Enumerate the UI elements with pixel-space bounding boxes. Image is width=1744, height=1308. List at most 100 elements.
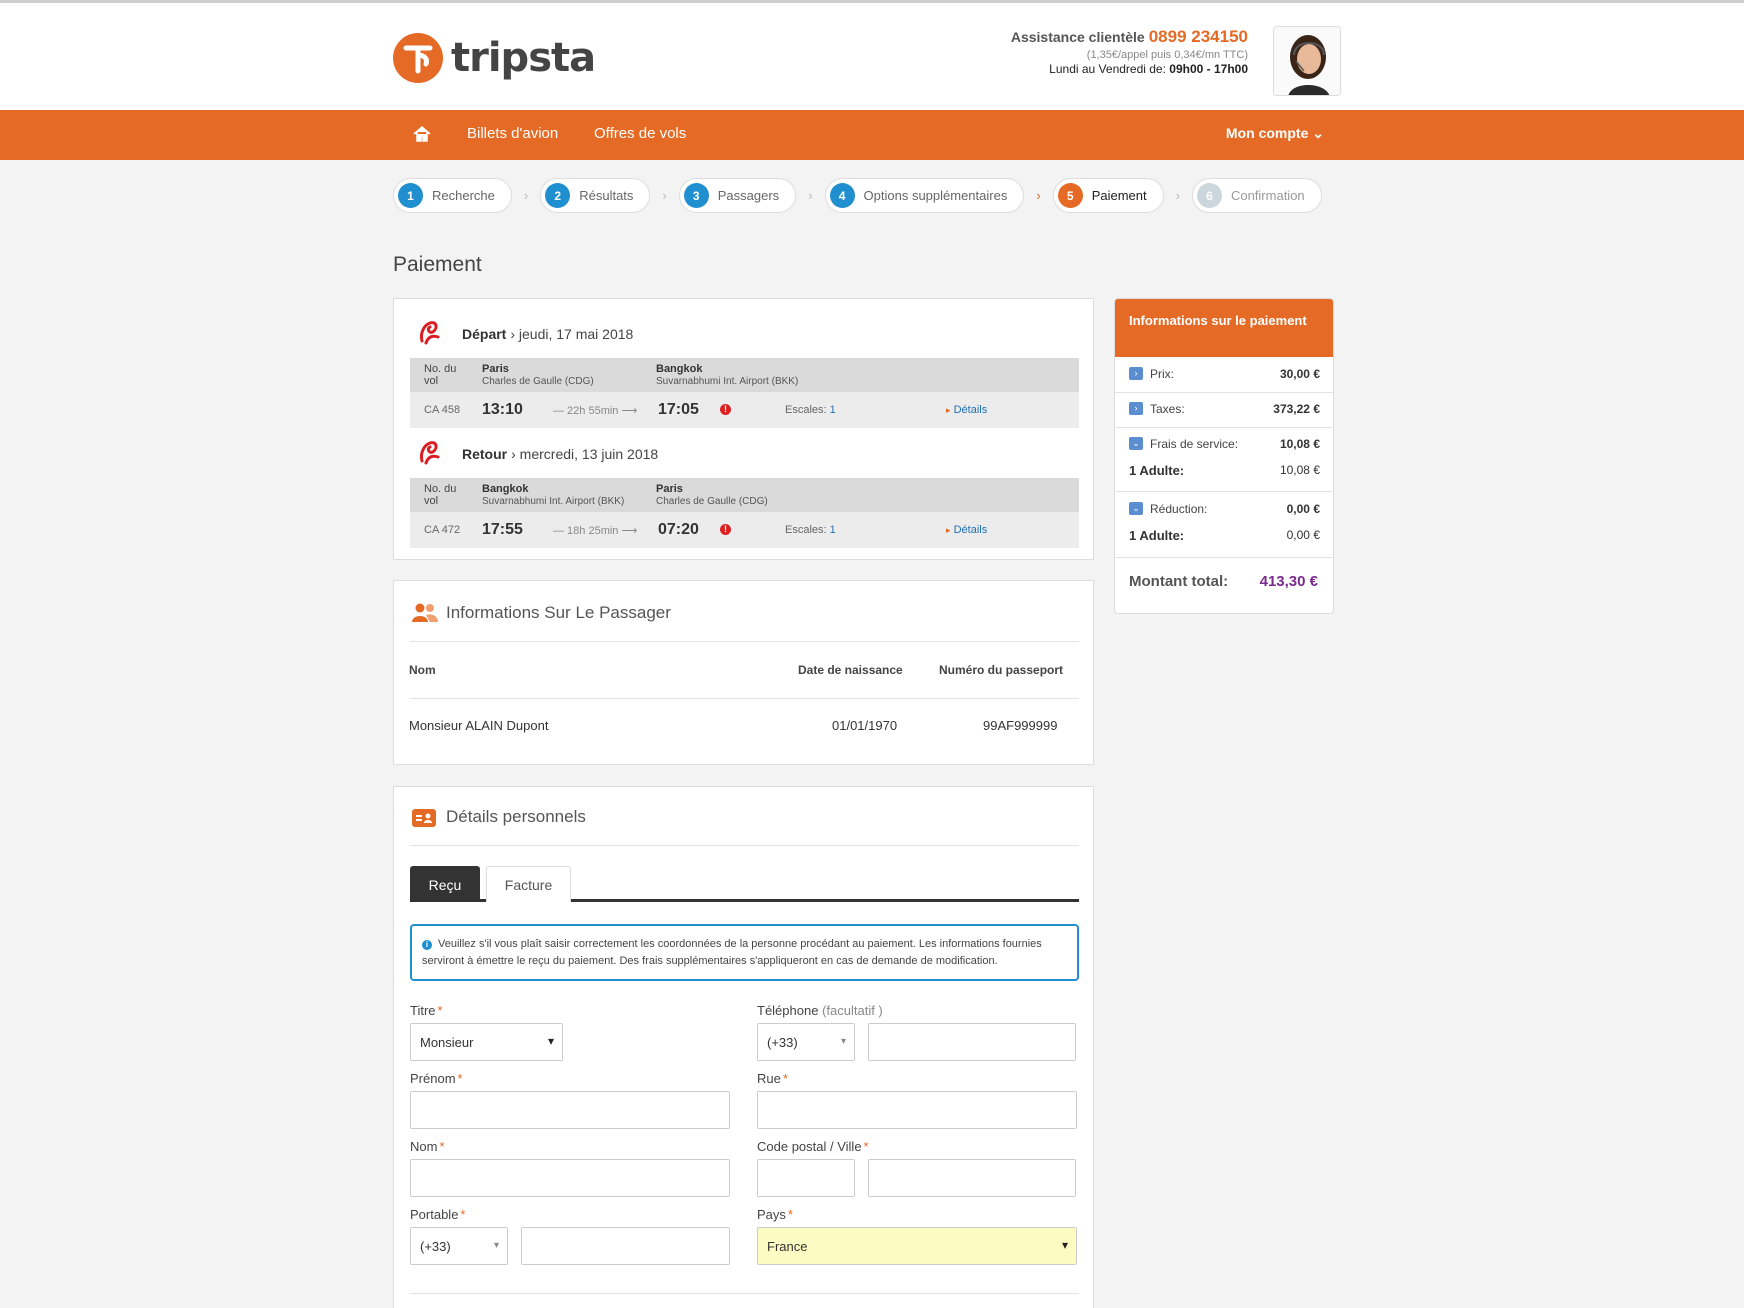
reduction-adult-value: 0,00 € xyxy=(1286,528,1320,542)
passenger-info-card: Informations Sur Le Passager Nom Date de… xyxy=(393,580,1094,765)
titre-select[interactable]: Monsieur xyxy=(410,1023,563,1061)
from-airport: Charles de Gaulle (CDG) xyxy=(482,376,594,387)
divider xyxy=(410,641,1079,642)
titre-label: Titre * xyxy=(410,1003,443,1018)
step-number: 2 xyxy=(545,183,571,208)
details-label: Détails xyxy=(953,524,988,536)
airline-logo-icon xyxy=(418,319,442,348)
label-text: Nom xyxy=(410,1139,438,1154)
cp-ville-label: Code postal / Ville * xyxy=(757,1139,869,1154)
divider xyxy=(410,845,1079,846)
expand-icon[interactable]: › xyxy=(1129,367,1143,380)
tripsta-logo-icon xyxy=(393,33,443,83)
passenger-name: Monsieur ALAIN Dupont xyxy=(409,718,549,733)
telephone-prefix-select[interactable]: (+33) xyxy=(757,1023,855,1061)
step-label: Recherche xyxy=(432,188,495,203)
assistance-hours-label: Lundi au Vendredi de: xyxy=(1049,62,1166,77)
collapse-icon[interactable]: ⌄ xyxy=(1129,437,1143,450)
chevron-down-icon: ⌄ xyxy=(1312,125,1324,141)
flight-date: › mercredi, 13 juin 2018 xyxy=(511,445,659,462)
step-options[interactable]: 4 Options supplémentaires xyxy=(824,178,1025,213)
prix-value: 30,00 € xyxy=(1279,367,1320,381)
divider xyxy=(1115,427,1333,428)
divider xyxy=(410,1293,1079,1294)
portable-input[interactable] xyxy=(521,1227,730,1265)
reduction-adult-label: 1 Adulte: xyxy=(1129,528,1185,543)
departure-time: 17:55 xyxy=(482,521,523,538)
account-menu[interactable]: Mon compte ⌄ xyxy=(1226,125,1324,142)
nav-offres-vols[interactable]: Offres de vols xyxy=(594,125,686,142)
collapse-icon[interactable]: ⌄ xyxy=(1129,502,1143,515)
telephone-label: Téléphone (facultatif ) xyxy=(757,1003,883,1018)
to-city: Paris xyxy=(656,483,683,495)
stops-link[interactable]: 1 xyxy=(830,404,836,416)
rue-input[interactable] xyxy=(757,1091,1077,1129)
stops-label: Escales: xyxy=(785,404,827,416)
required-marker: * xyxy=(437,1003,443,1018)
tab-recu[interactable]: Reçu xyxy=(410,866,480,902)
flight-duration: — 22h 55min ⟶ xyxy=(553,405,638,417)
step-label: Passagers xyxy=(717,188,780,203)
return-flight-table: No. du vol Bangkok Suvarnabhumi Int. Air… xyxy=(410,478,1079,548)
ville-input[interactable] xyxy=(868,1159,1076,1197)
customer-assistance: Assistance clientèle 0899 234150 (1,35€/a… xyxy=(1011,26,1248,78)
details-label: Détails xyxy=(953,404,988,416)
alert-icon[interactable]: ! xyxy=(720,524,731,535)
account-label: Mon compte xyxy=(1225,125,1309,141)
step-passagers[interactable]: 3 Passagers xyxy=(678,178,797,213)
flight-duration: — 18h 25min ⟶ xyxy=(553,525,638,537)
brand-name: tripsta xyxy=(451,35,596,81)
portable-prefix-select[interactable]: (+33) xyxy=(410,1227,508,1265)
rue-label: Rue * xyxy=(757,1071,788,1086)
nom-input[interactable] xyxy=(410,1159,730,1197)
step-recherche[interactable]: 1 Recherche xyxy=(393,178,512,213)
required-marker: * xyxy=(782,1071,788,1086)
step-resultats[interactable]: 2 Résultats xyxy=(540,178,651,213)
taxes-value: 373,22 € xyxy=(1273,402,1320,416)
airline-logo-icon xyxy=(418,439,442,468)
stops-link[interactable]: 1 xyxy=(830,524,836,536)
step-number: 4 xyxy=(829,183,855,208)
info-text: Veuillez s'il vous plaît saisir correcte… xyxy=(422,938,1042,968)
assistance-rate: (1,35€/appel puis 0,34€/mn TTC) xyxy=(1086,49,1248,62)
step-number: 5 xyxy=(1057,183,1083,208)
flight-header-row: No. du vol Paris Charles de Gaulle (CDG)… xyxy=(410,358,1079,392)
optional-marker: (facultatif ) xyxy=(822,1003,883,1018)
tab-facture[interactable]: Facture xyxy=(486,866,571,902)
passenger-dob: 01/01/1970 xyxy=(832,718,898,733)
flight-header-row: No. du vol Bangkok Suvarnabhumi Int. Air… xyxy=(410,478,1079,512)
pays-select[interactable]: France xyxy=(757,1227,1077,1265)
divider xyxy=(1115,557,1333,558)
assistance-phone[interactable]: 0899 234150 xyxy=(1149,27,1248,46)
step-label: Options supplémentaires xyxy=(863,188,1008,203)
expand-icon[interactable]: › xyxy=(1129,402,1143,415)
reduction-label: Réduction: xyxy=(1150,502,1208,516)
prenom-input[interactable] xyxy=(410,1091,730,1129)
telephone-input[interactable] xyxy=(868,1023,1076,1061)
select-value: France xyxy=(767,1238,808,1254)
details-link[interactable]: ▸ Détails xyxy=(946,524,987,536)
col-passport-header: Numéro du passeport xyxy=(939,663,1064,677)
total-value: 413,30 € xyxy=(1259,573,1318,590)
frais-label: Frais de service: xyxy=(1150,437,1239,451)
personal-section-title: Détails personnels xyxy=(446,807,586,826)
step-label: Paiement xyxy=(1091,188,1147,203)
step-paiement: 5 Paiement xyxy=(1052,178,1164,213)
prenom-label: Prénom * xyxy=(410,1071,463,1086)
required-marker: * xyxy=(457,1071,463,1086)
pays-label: Pays * xyxy=(757,1207,793,1222)
details-link[interactable]: ▸ Détails xyxy=(946,404,987,416)
step-separator-icon: › xyxy=(523,188,529,203)
alert-icon[interactable]: ! xyxy=(720,404,731,415)
brand-logo[interactable]: tripsta xyxy=(393,33,596,83)
payment-summary: Informations sur le paiement › Prix: 30,… xyxy=(1114,298,1334,614)
step-number: 3 xyxy=(683,183,709,208)
label-text: Code postal / Ville xyxy=(757,1139,862,1154)
code-postal-input[interactable] xyxy=(757,1159,855,1197)
flight-number: CA 472 xyxy=(424,524,461,536)
home-icon[interactable] xyxy=(413,125,431,146)
label-text: Pays xyxy=(757,1207,786,1222)
col-dob-header: Date de naissance xyxy=(798,663,903,677)
flight-direction: Retour xyxy=(462,445,508,462)
nav-billets-avion[interactable]: Billets d'avion xyxy=(467,125,558,142)
